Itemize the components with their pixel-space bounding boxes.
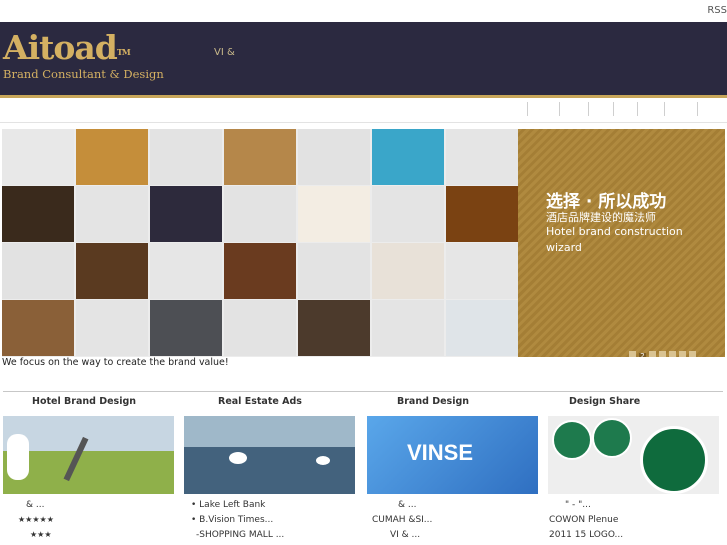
banner-tile [224,186,296,242]
banner-tile [372,129,444,185]
nav-item[interactable] [637,102,638,116]
banner-tile [2,243,74,299]
logo-name: Aitoad [3,28,118,67]
banner-english-1: Hotel brand construction [546,225,683,238]
banner-tile [150,300,222,356]
banner-tile [150,243,222,299]
list-item[interactable]: • B.Vision Times... [191,515,273,525]
banner-tile [446,129,518,185]
site-header: AitoadTM Brand Consultant & Design VI & [0,22,727,98]
rss-link[interactable]: RSS [707,5,727,16]
column-title[interactable]: Hotel Brand Design [32,396,136,407]
list-item[interactable]: & ... [398,500,416,510]
banner-tile [298,129,370,185]
banner-tile [2,186,74,242]
slide-dot[interactable]: 2 [639,353,646,357]
logo-trademark: TM [116,47,131,57]
banner-tile [224,300,296,356]
slide-dot[interactable] [649,351,656,357]
slide-pager: 2 [629,343,699,357]
banner-tile [76,129,148,185]
nav-item[interactable] [559,102,560,116]
slide-dot[interactable] [679,351,686,357]
banner-tile [372,243,444,299]
starbucks-logo-small [592,418,632,458]
starbucks-logo-large [640,426,708,494]
banner-tile [446,186,518,242]
banner-tile [446,243,518,299]
slide-dot[interactable] [689,351,696,357]
banner-subtitle: 酒店品牌建设的魔法师 [546,211,656,224]
list-item[interactable]: VI & ... [390,530,420,540]
nav-item[interactable] [697,102,698,116]
list-item[interactable]: CUMAH &SI... [372,515,432,525]
divider [3,391,723,392]
list-item[interactable]: ★★★★★ [18,515,54,524]
golf-club [63,436,89,482]
column-title[interactable]: Design Share [569,396,640,407]
nav-item[interactable] [664,102,665,116]
banner-tile [150,186,222,242]
banner-tile [224,243,296,299]
banner-tile [446,300,518,356]
swan-2 [316,456,330,465]
slogan: We focus on the way to create the brand … [2,357,229,368]
banner-tile [76,186,148,242]
slide-dot[interactable] [669,351,676,357]
banner-tile [2,300,74,356]
list-item[interactable]: 2011 15 LOGO... [549,530,623,540]
banner-tile [76,243,148,299]
banner-tile [2,129,74,185]
design-share-thumbnail[interactable] [548,416,719,494]
nav-bar [0,98,727,123]
real-estate-thumbnail[interactable] [184,416,355,494]
nav-item[interactable] [588,102,589,116]
header-text: VI & [214,47,235,58]
list-item[interactable]: & ... [26,500,44,510]
starbucks-logo-small [552,420,592,460]
site-logo[interactable]: AitoadTM Brand Consultant & Design [3,28,164,82]
nav-item[interactable] [613,102,614,116]
list-item[interactable]: " - "... [565,500,591,510]
column-title[interactable]: Real Estate Ads [218,396,302,407]
slide-dot[interactable] [629,351,636,357]
golf-ball-hand [7,434,29,480]
hotel-design-thumbnail[interactable] [3,416,174,494]
banner-tile [298,243,370,299]
slide-dot[interactable] [659,351,666,357]
column-title[interactable]: Brand Design [397,396,469,407]
banner-tile [372,300,444,356]
banner-text-panel: 选择 · 所以成功 酒店品牌建设的魔法师 Hotel brand constru… [518,129,725,357]
brand-design-thumbnail[interactable]: VINSE [367,416,538,494]
banner-tile [76,300,148,356]
banner-tile [372,186,444,242]
list-item[interactable]: • Lake Left Bank [191,500,265,510]
banner-tile [298,186,370,242]
top-bar: RSS [0,0,727,22]
vinse-logo: VINSE [407,440,474,465]
swan-1 [229,452,247,464]
list-item[interactable]: ★★★ [30,530,52,539]
nav-item[interactable] [527,102,528,116]
banner-english-2: wizard [546,241,582,254]
banner-tile [150,129,222,185]
banner-tile [224,129,296,185]
list-item[interactable]: -SHOPPING MALL ... [196,530,284,540]
banner-slideshow[interactable]: 选择 · 所以成功 酒店品牌建设的魔法师 Hotel brand constru… [2,129,725,357]
logo-tagline: Brand Consultant & Design [3,67,164,81]
banner-tile [298,300,370,356]
list-item[interactable]: COWON Plenue [549,515,618,525]
